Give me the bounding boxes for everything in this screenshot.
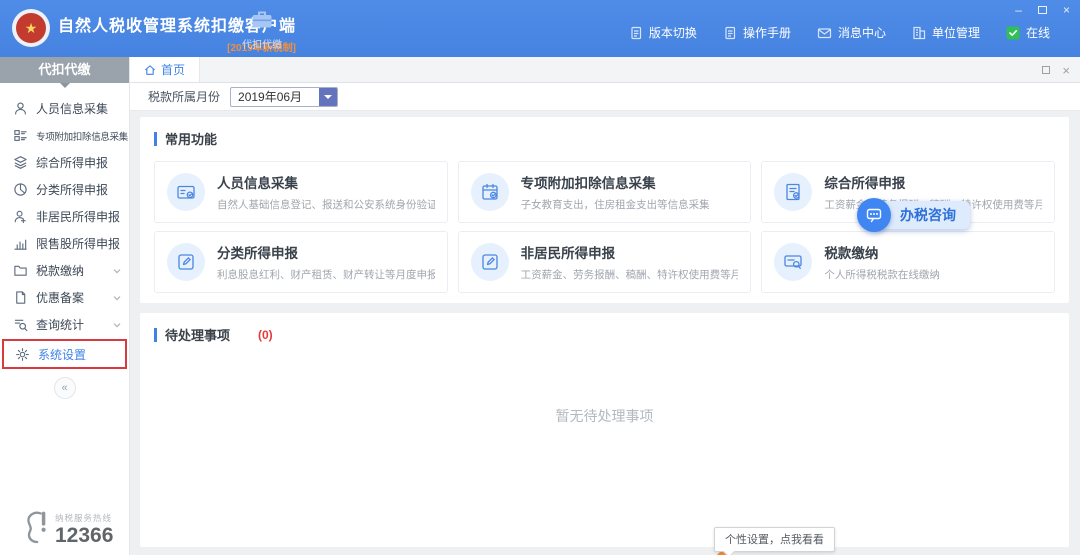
module-tab-withholding[interactable]: 代扣代缴 [231, 10, 293, 51]
card-tax-payment[interactable]: 税款缴纳 个人所得税税款在线缴纳 [761, 231, 1055, 293]
chevron-down-icon [113, 294, 121, 302]
chat-bubble-icon [857, 198, 891, 232]
hotline-logo-icon [22, 509, 50, 547]
person-icon [13, 209, 28, 224]
card-title: 非居民所得申报 [521, 242, 739, 262]
card-title: 综合所得申报 [824, 172, 1042, 192]
pie-chart-icon [13, 182, 28, 197]
sidebar-item-comprehensive-income[interactable]: 综合所得申报 [0, 149, 129, 176]
sidebar-menu: 人员信息采集 专项附加扣除信息采集 综合所得申报 分类所得申报 非居民所得 [0, 95, 129, 369]
close-button[interactable]: × [1063, 4, 1070, 16]
common-functions-title: 常用功能 [165, 129, 217, 148]
pending-empty-text: 暂无待处理事项 [154, 406, 1055, 426]
sidebar-item-classified-income[interactable]: 分类所得申报 [0, 176, 129, 203]
briefcase-icon [251, 10, 273, 29]
list-grid-icon [13, 128, 28, 143]
card-desc: 自然人基础信息登记、报送和公安系统身份验证 [217, 197, 435, 212]
tab-home[interactable]: 首页 [130, 57, 200, 82]
sidebar-item-preference-filing[interactable]: 优惠备案 [0, 284, 129, 311]
card-desc: 利息股息红利、财产租赁、财产转让等月度申报 [217, 267, 435, 282]
maximize-button[interactable] [1038, 6, 1047, 14]
pending-items-panel: 待处理事项 (0) 暂无待处理事项 [140, 313, 1069, 547]
pending-items-count: (0) [258, 328, 273, 342]
month-filter-label: 税款所属月份 [148, 88, 220, 105]
sidebar-item-tax-payment[interactable]: 税款缴纳 [0, 257, 129, 284]
tabbar: 首页 × [130, 57, 1080, 83]
tab-maximize-icon[interactable] [1042, 66, 1050, 74]
sidebar-header: 代扣代缴 [0, 57, 129, 83]
person-icon [13, 101, 28, 116]
mail-icon [817, 26, 832, 40]
personalize-tooltip: 个性设置，点我看看 [714, 527, 835, 552]
card-title: 税款缴纳 [824, 242, 940, 262]
month-select-value: 2019年06月 [231, 88, 319, 106]
pay-search-icon [774, 243, 812, 281]
month-dropdown-button[interactable] [319, 88, 337, 106]
sidebar-item-query-statistics[interactable]: 查询统计 [0, 311, 129, 338]
form-check-icon [774, 173, 812, 211]
id-card-icon [167, 173, 205, 211]
chevron-down-icon [113, 267, 121, 275]
main-content: 首页 × 税款所属月份 2019年06月 常用功能 [130, 57, 1080, 555]
common-functions-title-row: 常用功能 [154, 129, 1055, 148]
calendar-check-icon [471, 173, 509, 211]
tab-home-label: 首页 [161, 61, 185, 78]
document-icon [629, 26, 643, 40]
menu-online-status[interactable]: 在线 [1006, 24, 1050, 41]
card-title: 分类所得申报 [217, 242, 435, 262]
card-desc: 工资薪金、劳务报酬、稿酬、特许权使用费等月度申报 [521, 267, 739, 282]
card-desc: 个人所得税税款在线缴纳 [824, 267, 940, 282]
edit-icon [471, 243, 509, 281]
edit-icon [167, 243, 205, 281]
sidebar-item-system-settings[interactable]: 系统设置 [2, 339, 127, 369]
bar-chart-icon [13, 236, 28, 251]
window-controls: – × [1015, 4, 1070, 16]
card-desc: 子女教育支出，住房租金支出等信息采集 [521, 197, 710, 212]
home-icon [144, 64, 156, 76]
hotline-label: 纳税服务热线 [55, 512, 113, 524]
manual-icon [723, 26, 737, 40]
tax-consult-button[interactable]: 办税咨询 [857, 198, 891, 232]
organization-icon [912, 26, 926, 40]
sidebar-item-personnel-info[interactable]: 人员信息采集 [0, 95, 129, 122]
menu-unit-management[interactable]: 单位管理 [912, 24, 980, 41]
national-emblem-logo: ★ [12, 9, 50, 47]
card-classified-income[interactable]: 分类所得申报 利息股息红利、财产租赁、财产转让等月度申报 [154, 231, 448, 293]
card-special-deduction[interactable]: 专项附加扣除信息采集 子女教育支出，住房租金支出等信息采集 [458, 161, 752, 223]
card-title: 人员信息采集 [217, 172, 435, 192]
card-nonresident-income[interactable]: 非居民所得申报 工资薪金、劳务报酬、稿酬、特许权使用费等月度申报 [458, 231, 752, 293]
online-status-icon [1006, 26, 1020, 40]
menu-message-center[interactable]: 消息中心 [817, 24, 886, 41]
sidebar-item-special-deduction[interactable]: 专项附加扣除信息采集 [0, 122, 129, 149]
sidebar: 代扣代缴 人员信息采集 专项附加扣除信息采集 综合所得申报 分类所得申报 [0, 57, 130, 555]
card-personnel-info[interactable]: 人员信息采集 自然人基础信息登记、报送和公安系统身份验证 [154, 161, 448, 223]
minimize-button[interactable]: – [1015, 4, 1022, 16]
pending-items-title-row: 待处理事项 (0) [154, 325, 1055, 344]
filter-row: 税款所属月份 2019年06月 [130, 83, 1080, 111]
sidebar-collapse-button[interactable]: « [54, 377, 76, 399]
folder-icon [13, 263, 28, 278]
section-accent-bar [154, 328, 157, 342]
tab-actions: × [1042, 57, 1070, 83]
hotline-block: 纳税服务热线 12366 [22, 509, 113, 547]
menu-operation-manual[interactable]: 操作手册 [723, 24, 791, 41]
gear-icon [15, 347, 30, 362]
sidebar-item-restricted-stock[interactable]: 限售股所得申报 [0, 230, 129, 257]
card-title: 专项附加扣除信息采集 [521, 172, 710, 192]
menu-version-switch[interactable]: 版本切换 [629, 24, 697, 41]
search-doc-icon [13, 317, 28, 332]
layers-icon [13, 155, 28, 170]
section-accent-bar [154, 132, 157, 146]
pending-items-title: 待处理事项 [165, 325, 230, 344]
hotline-number: 12366 [55, 524, 113, 547]
module-tab-label: 代扣代缴 [231, 36, 293, 51]
titlebar: ★ 自然人税收管理系统扣缴客户端 [2019年新税制] 代扣代缴 – × 版本切… [0, 0, 1080, 57]
month-select[interactable]: 2019年06月 [230, 87, 338, 107]
file-icon [13, 290, 28, 305]
chevron-down-icon [113, 321, 121, 329]
tab-close-icon[interactable]: × [1062, 64, 1070, 77]
top-menu: 版本切换 操作手册 消息中心 单位管理 在线 [629, 24, 1050, 41]
tooltip-arrow [723, 546, 734, 555]
sidebar-item-nonresident-income[interactable]: 非居民所得申报 [0, 203, 129, 230]
